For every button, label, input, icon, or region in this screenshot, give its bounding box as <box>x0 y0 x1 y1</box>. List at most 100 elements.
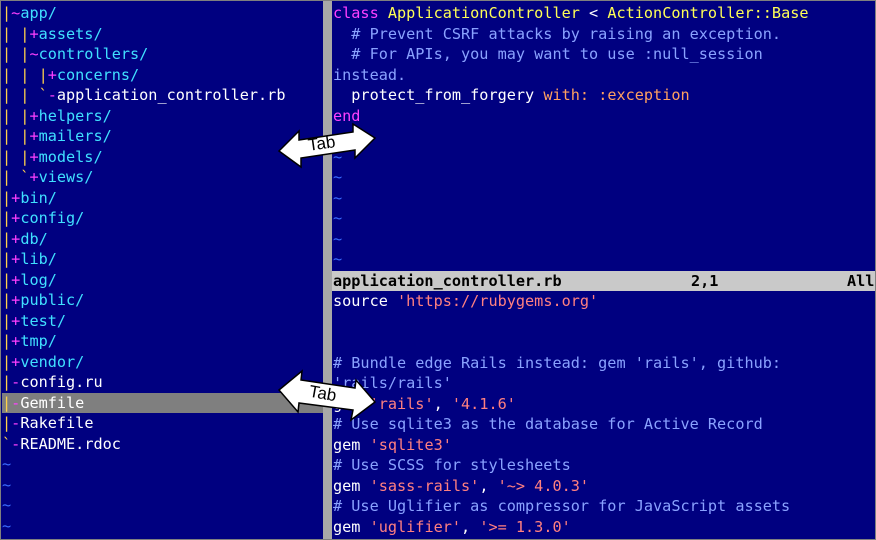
editor-pane-application-controller[interactable]: class ApplicationController < ActionCont… <box>333 3 875 269</box>
file-marker[interactable]: - <box>48 86 57 104</box>
tree-file-name[interactable]: Rakefile <box>20 414 93 432</box>
tree-folder-name[interactable]: vendor/ <box>20 353 84 371</box>
file-marker[interactable]: - <box>11 414 20 432</box>
expand-marker[interactable]: + <box>29 127 38 145</box>
tree-item[interactable]: | |~controllers/ <box>2 44 323 65</box>
code-line[interactable]: ~ <box>333 188 875 209</box>
tree-folder-name[interactable]: concerns/ <box>57 66 139 84</box>
expand-marker[interactable]: + <box>11 209 20 227</box>
code-line[interactable]: # Prevent CSRF attacks by raising an exc… <box>333 24 875 45</box>
expand-marker[interactable]: + <box>11 353 20 371</box>
code-line[interactable]: # For APIs, you may want to use :null_se… <box>333 44 875 65</box>
tree-folder-name[interactable]: lib/ <box>20 250 57 268</box>
code-line[interactable]: instead. <box>333 65 875 86</box>
tree-folder-name[interactable]: bin/ <box>20 189 57 207</box>
code-line[interactable]: ~ <box>333 167 875 188</box>
tree-folder-name[interactable]: controllers/ <box>39 45 149 63</box>
tree-item[interactable]: |-config.ru <box>2 372 323 393</box>
code-line[interactable]: # Use Uglifier as compressor for JavaScr… <box>333 496 875 517</box>
expand-marker[interactable]: + <box>29 25 38 43</box>
tree-item[interactable]: |+config/ <box>2 208 323 229</box>
tree-item[interactable]: | |+assets/ <box>2 24 323 45</box>
tree-item[interactable]: |-Rakefile <box>2 413 323 434</box>
tree-item[interactable]: |~app/ <box>2 3 323 24</box>
tree-folder-name[interactable]: views/ <box>39 168 94 186</box>
code-line[interactable]: # Use SCSS for stylesheets <box>333 455 875 476</box>
tree-file-name[interactable]: README.rdoc <box>20 435 121 453</box>
tree-folder-name[interactable]: helpers/ <box>39 107 112 125</box>
code-line[interactable]: gem 'sqlite3' <box>333 435 875 456</box>
tree-item[interactable]: | | `-application_controller.rb <box>2 85 323 106</box>
tree-folder-name[interactable]: config/ <box>20 209 84 227</box>
tree-item[interactable]: |-Gemfile <box>2 392 323 413</box>
expand-marker[interactable]: + <box>29 107 38 125</box>
code-line[interactable]: ~ <box>333 147 875 168</box>
tree-folder-name[interactable]: models/ <box>39 148 103 166</box>
tree-item[interactable]: |+lib/ <box>2 249 323 270</box>
tree-item[interactable]: `-README.rdoc <box>2 434 323 455</box>
tree-folder-name[interactable]: log/ <box>20 271 57 289</box>
tree-item[interactable]: |+log/ <box>2 270 323 291</box>
tree-file-name[interactable]: config.ru <box>20 373 102 391</box>
code-line[interactable]: gem 'sass-rails', '~> 4.0.3' <box>333 476 875 497</box>
expand-marker[interactable]: + <box>11 250 20 268</box>
tree-branch-guide: | <box>2 209 12 227</box>
tree-file-name[interactable]: application_controller.rb <box>57 86 286 104</box>
tree-item[interactable]: | |+models/ <box>2 147 323 168</box>
tree-file-name[interactable]: Gemfile <box>20 394 84 412</box>
file-marker[interactable]: - <box>11 394 20 412</box>
tree-item[interactable]: |+bin/ <box>2 188 323 209</box>
tree-folder-name[interactable]: db/ <box>20 230 47 248</box>
code-line[interactable]: # Use sqlite3 as the database for Active… <box>333 414 875 435</box>
code-line[interactable]: 'rails/rails' <box>333 373 875 394</box>
code-line[interactable]: ~ <box>333 249 875 269</box>
collapse-marker[interactable]: ~ <box>29 45 38 63</box>
expand-marker[interactable]: + <box>11 332 20 350</box>
tree-item[interactable]: | |+mailers/ <box>2 126 323 147</box>
code-line[interactable]: ~ <box>333 126 875 147</box>
tree-item[interactable]: | `+views/ <box>2 167 323 188</box>
code-line[interactable]: ~ <box>333 229 875 250</box>
expand-marker[interactable]: + <box>11 271 20 289</box>
vertical-split-divider[interactable] <box>323 1 332 539</box>
code-token: ActionController::Base <box>607 4 809 22</box>
code-line[interactable]: gem 'uglifier', '>= 1.3.0' <box>333 517 875 538</box>
expand-marker[interactable]: + <box>11 312 20 330</box>
tree-item[interactable]: |+vendor/ <box>2 352 323 373</box>
file-marker[interactable]: - <box>11 373 20 391</box>
code-token: , <box>461 517 480 536</box>
code-line[interactable]: gem 'rails', '4.1.6' <box>333 394 875 415</box>
tree-item[interactable]: |+tmp/ <box>2 331 323 352</box>
code-line[interactable]: class ApplicationController < ActionCont… <box>333 3 875 24</box>
expand-marker[interactable]: + <box>48 66 57 84</box>
code-line[interactable]: ~ <box>333 208 875 229</box>
tree-folder-name[interactable]: public/ <box>20 291 84 309</box>
tree-folder-name[interactable]: app/ <box>20 4 57 22</box>
tree-folder-name[interactable]: tmp/ <box>20 332 57 350</box>
code-token: 'uglifier' <box>369 517 462 536</box>
expand-marker[interactable]: + <box>11 230 20 248</box>
expand-marker[interactable]: + <box>29 168 38 186</box>
editor-pane-gemfile[interactable]: source 'https://rubygems.org' # Bundle ed… <box>333 291 875 539</box>
code-line[interactable] <box>333 332 875 353</box>
nerdtree-file-tree[interactable]: |~app/| |+assets/| |~controllers/| | |+c… <box>2 3 323 539</box>
expand-marker[interactable]: + <box>11 189 20 207</box>
code-line[interactable]: source 'https://rubygems.org' <box>333 291 875 312</box>
tree-folder-name[interactable]: mailers/ <box>39 127 112 145</box>
tree-folder-name[interactable]: assets/ <box>39 25 103 43</box>
code-line[interactable]: end <box>333 106 875 127</box>
tree-item[interactable]: | | |+concerns/ <box>2 65 323 86</box>
status-scroll-indicator: All <box>847 272 875 290</box>
code-line[interactable] <box>333 312 875 333</box>
code-line[interactable]: protect_from_forgery with: :exception <box>333 85 875 106</box>
code-line[interactable]: # Bundle edge Rails instead: gem 'rails'… <box>333 353 875 374</box>
tree-folder-name[interactable]: test/ <box>20 312 66 330</box>
file-marker[interactable]: - <box>11 435 20 453</box>
tree-item[interactable]: | |+helpers/ <box>2 106 323 127</box>
collapse-marker[interactable]: ~ <box>11 4 20 22</box>
tree-item[interactable]: |+public/ <box>2 290 323 311</box>
expand-marker[interactable]: + <box>11 291 20 309</box>
expand-marker[interactable]: + <box>29 148 38 166</box>
tree-item[interactable]: |+test/ <box>2 311 323 332</box>
tree-item[interactable]: |+db/ <box>2 229 323 250</box>
